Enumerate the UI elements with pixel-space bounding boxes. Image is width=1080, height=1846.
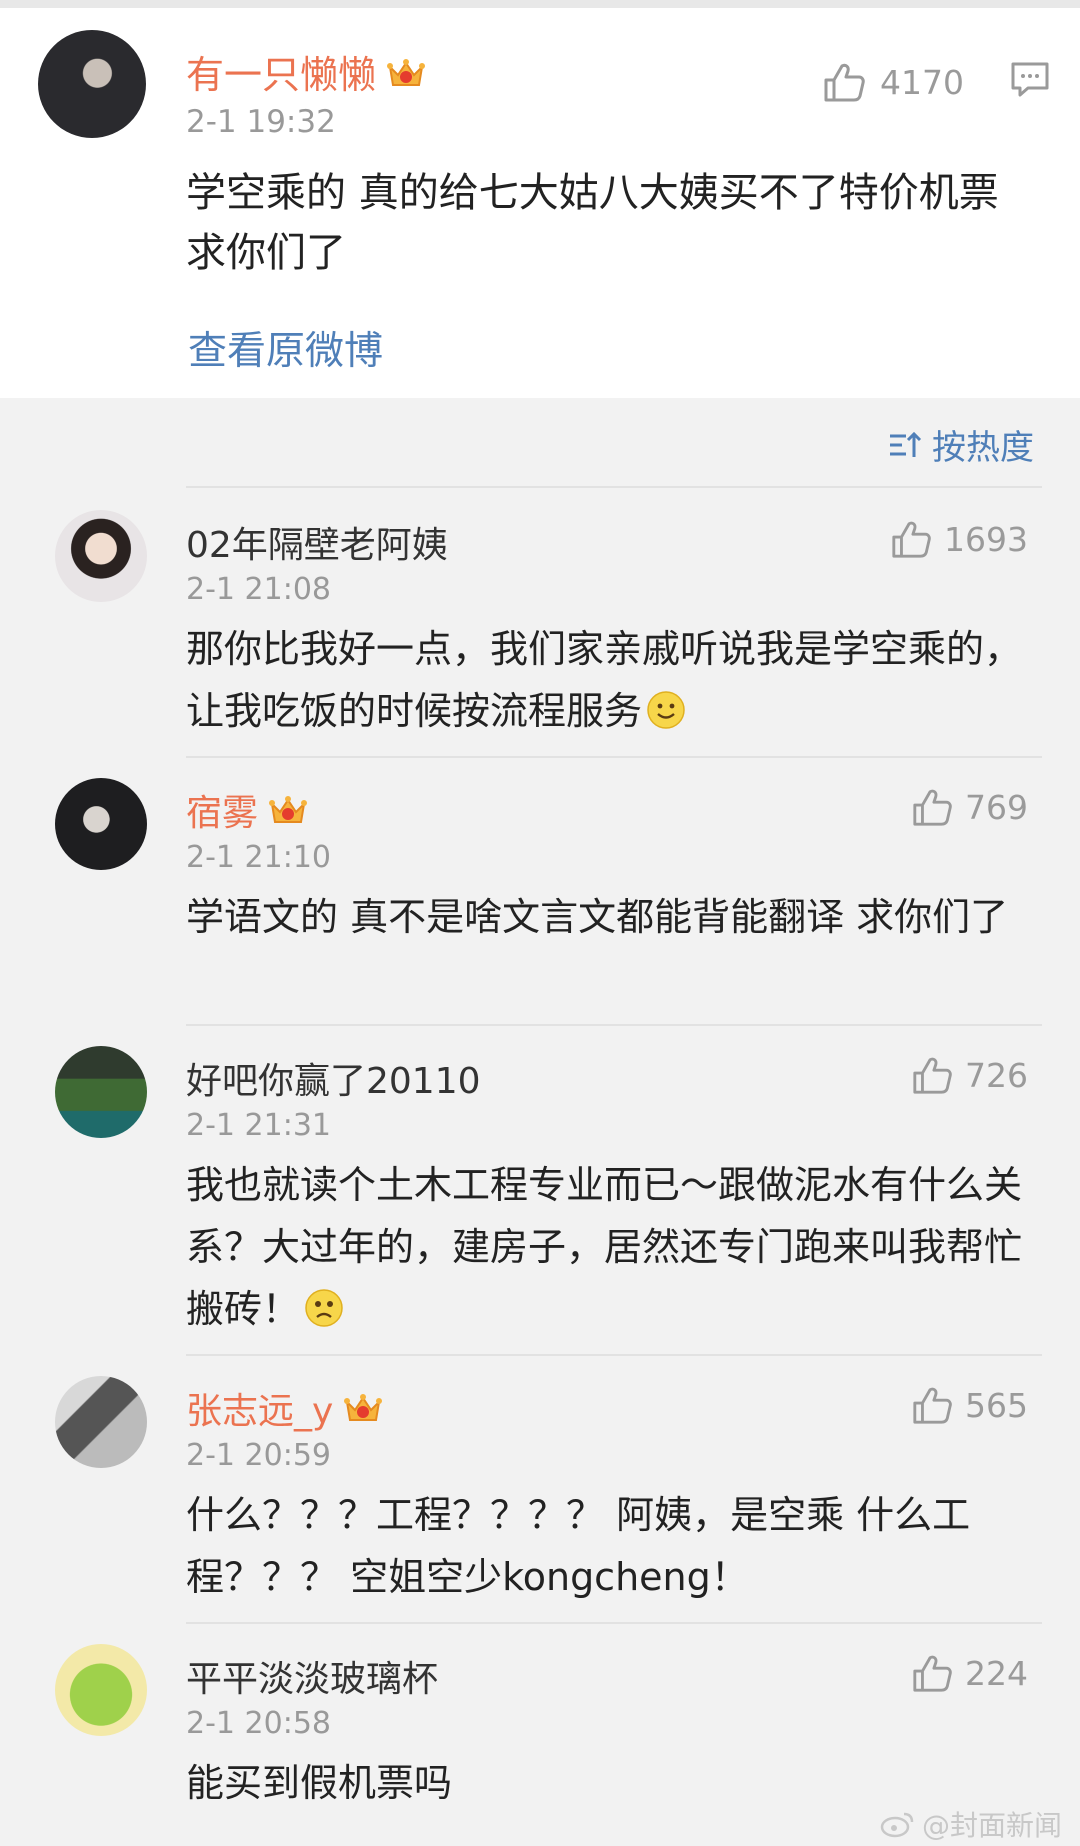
like-count: 4170 [880,62,964,102]
avatar[interactable] [55,1046,147,1138]
comment-item: 好吧你赢了20110 2-1 21:31 726 我也就读个土木工程专业而已～跟… [0,1024,1080,1354]
comment-item: 张志远_y 2-1 20:59 565 什么？？？工程？？？？ 阿姨，是空乘 什… [0,1354,1080,1622]
comment-item: 平平淡淡玻璃杯 2-1 20:58 224 能买到假机票吗 [0,1622,1080,1832]
comment-text: 我也就读个土木工程专业而已～跟做泥水有什么关系？大过年的，建房子，居然还专门跑来… [186,1154,1046,1340]
comment-text-body: 那你比我好一点，我们家亲戚听说我是学空乘的，让我吃饭的时候按流程服务 [186,627,1023,733]
timestamp: 2-1 20:58 [186,1706,331,1741]
sort-by-hot-button[interactable]: 按热度 [888,420,1034,469]
timestamp: 2-1 21:08 [186,572,331,607]
username[interactable]: 好吧你赢了20110 [186,1052,481,1104]
thumbs-up-icon [824,63,865,102]
username[interactable]: 宿雾 [186,793,258,834]
like-count: 565 [965,1385,1028,1425]
like-button[interactable]: 1693 [890,516,1028,562]
avatar[interactable] [55,1644,147,1736]
username-row[interactable]: 宿雾 [186,784,308,836]
sort-label: 按热度 [932,428,1034,468]
comment-item: 宿雾 2-1 21:10 769 学语文的 真不是啥文言文都能背能翻译 求你们了 [0,756,1080,1024]
username[interactable]: 02年隔壁老阿姨 [186,516,448,568]
like-button[interactable]: 565 [911,1382,1028,1428]
vip-crown-icon [387,58,426,86]
comment-icon[interactable] [1010,60,1050,100]
thumbs-up-icon [913,789,952,826]
comment-text: 学语文的 真不是啥文言文都能背能翻译 求你们了 [186,895,1009,939]
like-count: 224 [965,1653,1028,1693]
avatar[interactable] [55,1376,147,1468]
avatar[interactable] [38,30,146,138]
username[interactable]: 张志远_y [186,1391,333,1432]
like-button[interactable]: 224 [911,1650,1028,1696]
comment-text: 什么？？？工程？？？？ 阿姨，是空乘 什么工程？？？ 空姐空少kongcheng… [186,1493,971,1599]
like-button[interactable]: 769 [911,784,1028,830]
avatar[interactable] [55,510,147,602]
post-text: 学空乘的 真的给七大姑八大姨买不了特价机票 求你们了 [186,170,999,276]
thumbs-up-icon [913,1655,952,1692]
username[interactable]: 有一只懒懒 [186,53,376,97]
like-button[interactable]: 726 [911,1052,1028,1098]
vip-crown-icon [344,1394,383,1421]
sort-icon [890,431,922,457]
sad-emoji-icon [305,1289,343,1327]
main-post-username-row[interactable]: 有一只懒懒 [186,44,426,99]
comment-text: 那你比我好一点，我们家亲戚听说我是学空乘的，让我吃饭的时候按流程服务 [186,618,1046,742]
thumbs-up-icon [892,521,931,558]
watermark: @封面新闻 [880,1804,1062,1844]
username-row[interactable]: 张志远_y [186,1382,383,1434]
vip-crown-icon [269,796,308,823]
smile-emoji-icon [647,691,685,729]
like-button[interactable]: 4170 [822,56,964,108]
like-count: 769 [965,787,1028,827]
timestamp: 2-1 21:10 [186,840,331,875]
thumbs-up-icon [913,1387,952,1424]
username[interactable]: 平平淡淡玻璃杯 [186,1650,438,1702]
weibo-logo-icon [880,1812,914,1838]
view-original-link[interactable]: 查看原微博 [188,320,383,376]
main-post: 有一只懒懒 2-1 19:32 4170 学空乘的 真的给七大姑八大姨买不了特价… [0,8,1080,398]
timestamp: 2-1 19:32 [186,104,336,140]
avatar[interactable] [55,778,147,870]
top-strip [0,0,1080,8]
watermark-text: @封面新闻 [921,1809,1062,1842]
timestamp: 2-1 20:59 [186,1438,331,1473]
timestamp: 2-1 21:31 [186,1108,331,1143]
comment-item: 02年隔壁老阿姨 2-1 21:08 1693 那你比我好一点，我们家亲戚听说我… [0,488,1080,756]
like-count: 726 [965,1055,1028,1095]
thumbs-up-icon [913,1057,952,1094]
like-count: 1693 [944,519,1028,559]
